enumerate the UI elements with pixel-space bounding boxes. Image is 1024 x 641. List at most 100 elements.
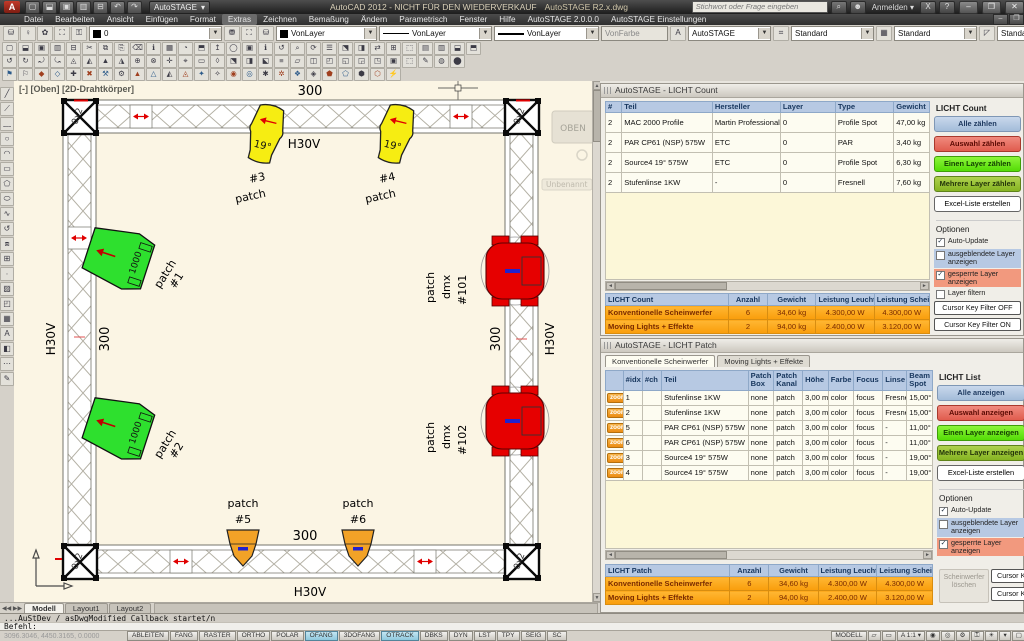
menu-format[interactable]: Format	[184, 14, 222, 25]
toolbar-icon[interactable]: ◭	[82, 55, 97, 68]
draw-tool-icon[interactable]: ⬠	[0, 177, 14, 191]
table-horizontal-scrollbar[interactable]: ◄ ►	[605, 550, 933, 560]
layer-state-icon[interactable]: ⛃	[224, 26, 240, 41]
dimstyle-dropdown[interactable]: Standard▼	[791, 26, 874, 41]
checkbox-icon[interactable]	[939, 507, 948, 516]
toolbar-icon[interactable]: ▢	[2, 42, 17, 55]
menu-zeichnen[interactable]: Zeichnen	[257, 14, 303, 25]
panel-header[interactable]: AutoSTAGE - LICHT Count	[601, 84, 1023, 98]
truss-bottom-beam[interactable]	[97, 545, 505, 578]
toolbar-icon[interactable]: ⬕	[258, 55, 273, 68]
stage-tool-icon[interactable]: ⬢	[354, 68, 369, 81]
scroll-right-icon[interactable]: ►	[923, 551, 932, 559]
column-header[interactable]: Linse	[883, 371, 907, 391]
drawing-canvas[interactable]: [-] [Oben] [2D-Drahtkörper]	[14, 81, 592, 602]
option-gesperrte-layer-anzeigen[interactable]: gesperrte Layer anzeigen	[937, 538, 1024, 557]
toolbar-icon[interactable]: ⌫	[130, 42, 145, 55]
toolbar-icon[interactable]: ◱	[338, 55, 353, 68]
viewcube-top-face[interactable]: OBEN	[560, 124, 586, 134]
table-row[interactable]: zoom2Stufenlinse 1KWnonepatch3,00 mcolor…	[606, 405, 933, 420]
toolbar-icon[interactable]: ⇄	[370, 42, 385, 55]
viewport-label[interactable]: [-] [Oben] [2D-Drahtkörper]	[19, 84, 134, 94]
layer-tool-icon[interactable]: ♀	[20, 26, 36, 41]
checkbox-icon[interactable]	[936, 290, 945, 299]
menu-autostage-2-0-0-0[interactable]: AutoSTAGE 2.0.0.0	[522, 14, 605, 25]
option-auto-update[interactable]: Auto-Update	[937, 505, 1024, 517]
stage-tool-icon[interactable]: ◉	[226, 68, 241, 81]
doc-restore-button[interactable]: ❐	[1009, 14, 1024, 25]
close-button[interactable]: ✕	[1005, 1, 1024, 14]
toolbar-icon[interactable]: ◍	[434, 55, 449, 68]
column-header[interactable]: Focus	[854, 371, 883, 391]
column-header[interactable]	[606, 371, 624, 391]
table-row[interactable]: zoom4Source4 19° 575Wnonepatch3,00 mcolo…	[606, 465, 933, 480]
toolbar-icon[interactable]: ↥	[210, 42, 225, 55]
column-header[interactable]: Layer	[780, 102, 835, 113]
truss-left-beam[interactable]	[63, 134, 96, 545]
qat-icon[interactable]: ▥	[76, 1, 91, 14]
toolbar-icon[interactable]: ⬓	[18, 42, 33, 55]
layer-dropdown[interactable]: 0▼	[89, 26, 222, 41]
draw-tool-icon[interactable]: ╱	[0, 87, 14, 101]
truss-right-beam[interactable]	[505, 134, 538, 545]
draw-tool-icon[interactable]: ∙	[0, 267, 14, 281]
table-row[interactable]: Konventionelle Scheinwerfer634,60 kg4.30…	[606, 577, 933, 591]
toolbar-icon[interactable]: ☰	[322, 42, 337, 55]
layer-state-icon[interactable]: ⛁	[258, 26, 274, 41]
draw-tool-icon[interactable]: ▦	[0, 312, 14, 326]
option-ausgeblendete-layer-anzeigen[interactable]: ausgeblendete Layer anzeigen	[937, 518, 1024, 537]
toolbar-icon[interactable]: ◊	[210, 55, 225, 68]
linetype-dropdown[interactable]: VonLayer▼	[379, 26, 492, 41]
stage-tool-icon[interactable]: ✱	[258, 68, 273, 81]
toolbar-icon[interactable]: ◨	[242, 55, 257, 68]
toolbar-icon[interactable]: ◔	[178, 42, 193, 55]
truss-top-beam[interactable]	[97, 100, 505, 133]
draw-tool-icon[interactable]: ∿	[0, 207, 14, 221]
table-row[interactable]: Konventionelle Scheinwerfer634,60 kg4.30…	[606, 306, 930, 320]
signin-button[interactable]: Anmelden ▾	[869, 3, 917, 12]
toolbar-icon[interactable]: ⊞	[386, 42, 401, 55]
excel-liste-erstellen-button[interactable]: Excel-Liste erstellen	[934, 196, 1021, 212]
minimize-button[interactable]: –	[959, 1, 978, 14]
draw-tool-icon[interactable]: ○	[0, 132, 14, 146]
draw-tool-icon[interactable]: ⊞	[0, 252, 14, 266]
toolbar-icon[interactable]: ▥	[434, 42, 449, 55]
draw-tool-icon[interactable]: ⬭	[0, 192, 14, 206]
qat-icon[interactable]: ▢	[25, 1, 40, 14]
toolbar-icon[interactable]: ▲	[98, 55, 113, 68]
menu-autostage-einstellungen[interactable]: AutoSTAGE Einstellungen	[605, 14, 712, 25]
menu-ansicht[interactable]: Ansicht	[101, 14, 140, 25]
toolbar-icon[interactable]: ⬒	[466, 42, 481, 55]
tab-scroll-icons[interactable]: ◀◀ ▶▶	[0, 605, 24, 612]
textstyle-icon[interactable]: A	[670, 26, 686, 41]
stage-tool-icon[interactable]: ✚	[66, 68, 81, 81]
toolbar-icon[interactable]: ⟳	[306, 42, 321, 55]
stage-tool-icon[interactable]: ◬	[178, 68, 193, 81]
toolbar-icon[interactable]: ✎	[418, 55, 433, 68]
menu-bema-ung[interactable]: Bemaßung	[303, 14, 355, 25]
toolbar-icon[interactable]: ⎘	[114, 42, 129, 55]
toolbar-icon[interactable]: ✂	[82, 42, 97, 55]
view-name-control[interactable]: Unbenannt	[542, 179, 592, 190]
option-gesperrte-layer-anzeigen[interactable]: gesperrte Layer anzeigen	[934, 269, 1021, 288]
scroll-right-icon[interactable]: ►	[920, 282, 929, 290]
menu-einf-gen[interactable]: Einfügen	[140, 14, 184, 25]
toolbar-icon[interactable]: ⊟	[66, 42, 81, 55]
layer-tool-icon[interactable]: ✿	[37, 26, 53, 41]
menu-hilfe[interactable]: Hilfe	[493, 14, 521, 25]
stage-tool-icon[interactable]: ▲	[130, 68, 145, 81]
toolbar-icon[interactable]: ⬓	[450, 42, 465, 55]
toolbar-icon[interactable]: ▤	[418, 42, 433, 55]
fixture-mover-101[interactable]	[481, 236, 549, 306]
mehrere-layer-z-hlen-button[interactable]: Mehrere Layer zählen	[934, 176, 1021, 192]
column-header[interactable]: Leistung Leuchtmittel	[816, 294, 874, 306]
menu-extras[interactable]: Extras	[222, 14, 257, 25]
column-header[interactable]: #idx	[623, 371, 642, 391]
toolbar-icon[interactable]: ⌕	[290, 42, 305, 55]
table-row[interactable]: Moving Lights + Effekte294,00 kg2.400,00…	[606, 320, 930, 334]
toolbar-icon[interactable]: ⊕	[130, 55, 145, 68]
stage-tool-icon[interactable]: ⚑	[2, 68, 17, 81]
toolbar-icon[interactable]: ⬔	[226, 55, 241, 68]
excel-liste-erstellen-button[interactable]: Excel-Liste erstellen	[937, 465, 1024, 481]
app-logo-icon[interactable]: A	[4, 1, 20, 13]
